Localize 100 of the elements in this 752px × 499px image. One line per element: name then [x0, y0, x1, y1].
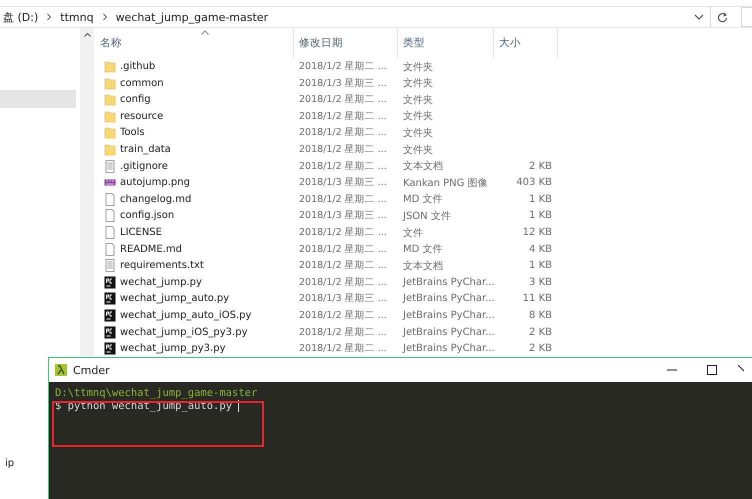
file-size: 8 KB [529, 310, 552, 322]
pycharm-file-icon [104, 309, 116, 322]
file-size: 11 KB [522, 293, 552, 304]
pycharm-file-icon [104, 326, 116, 339]
modified-date: 2018/1/2 星期二 ... [299, 160, 387, 172]
folder-icon [104, 76, 116, 90]
file-name[interactable]: changelog.md [120, 194, 192, 205]
file-size: 2 KB [529, 160, 552, 172]
column-header[interactable]: 修改日期 [294, 28, 398, 58]
file-size: 1 KB [529, 260, 552, 272]
modified-date: 2018/1/2 星期二 ... [299, 310, 387, 322]
file-name[interactable]: autojump.png [120, 177, 190, 188]
file-type: JSON 文件 [403, 210, 451, 222]
file-name[interactable]: Tools [120, 127, 145, 138]
file-name[interactable]: train_data [120, 144, 171, 156]
column-header[interactable]: 名称 [94, 28, 294, 58]
modified-date: 2018/1/2 星期二 ... [299, 244, 387, 255]
scrollbar[interactable] [80, 28, 94, 357]
modified-date: 2018/1/2 星期二 ... [299, 276, 387, 288]
file-size: 2 KB [529, 343, 552, 354]
file-name[interactable]: config.json [120, 210, 174, 222]
folder-icon [104, 93, 116, 106]
file-type: 文件夹 [403, 78, 433, 90]
refresh-icon [716, 12, 728, 23]
file-name[interactable]: requirements.txt [120, 260, 204, 272]
modified-date: 2018/1/2 星期二 ... [299, 110, 387, 122]
breadcrumb-item[interactable]: 盘 (D:) [3, 10, 38, 25]
column-header[interactable]: 类型 [398, 28, 494, 58]
folder-icon [104, 60, 116, 74]
file-name[interactable]: .gitignore [120, 160, 168, 172]
file-name[interactable]: LICENSE [120, 227, 162, 238]
file-icon [104, 192, 116, 206]
modified-date: 2018/1/3 星期三 ... [299, 177, 387, 188]
file-icon [104, 209, 116, 222]
file-type: 文件夹 [403, 128, 433, 139]
file-type: 文本文档 [403, 161, 443, 172]
file-size: 12 KB [522, 227, 552, 238]
address-bar[interactable]: 盘 (D:) ttmnq wechat_jump_game-master [0, 7, 711, 28]
file-type: 文件夹 [403, 94, 433, 106]
file-type: Kankan PNG 图像 [403, 178, 488, 189]
file-type: JetBrains PyChar... [403, 310, 495, 322]
file-size: 3 KB [529, 276, 552, 288]
file-type: 文件夹 [403, 111, 433, 122]
pycharm-file-icon [104, 276, 116, 289]
maximize-icon [707, 365, 717, 375]
modified-date: 2018/1/3 星期三 ... [299, 210, 387, 222]
modified-date: 2018/1/2 星期二 ... [299, 127, 387, 138]
text-file-icon [104, 160, 116, 173]
modified-date: 2018/1/2 星期二 ... [299, 326, 387, 338]
scroll-up-icon [84, 32, 90, 38]
search-field[interactable] [741, 7, 752, 28]
modified-date: 2018/1/2 星期二 ... [299, 144, 387, 156]
file-name[interactable]: wechat_jump_iOS_py3.py [120, 326, 248, 338]
file-type: 文本文档 [403, 260, 443, 272]
file-type: JetBrains PyChar... [403, 293, 495, 304]
sort-caret-icon [201, 30, 209, 36]
modified-date: 2018/1/3 星期三 ... [299, 293, 387, 304]
modified-date: 2018/1/2 星期二 ... [299, 343, 387, 354]
modified-date: 2018/1/2 星期二 ... [299, 61, 387, 72]
file-size: 1 KB [529, 194, 552, 205]
modified-date: 2018/1/3 星期三 ... [299, 78, 387, 89]
file-size: 4 KB [529, 244, 552, 255]
breadcrumb-item[interactable]: wechat_jump_game-master [116, 10, 268, 24]
file-name[interactable]: wechat_jump_auto_iOS.py [120, 310, 252, 322]
file-type: JetBrains PyChar... [403, 276, 495, 288]
working-directory: D:\ttmnq\wechat_jump_game-master [55, 387, 258, 399]
file-name[interactable]: common [120, 78, 164, 89]
modified-date: 2018/1/2 星期二 ... [299, 94, 387, 106]
file-type: MD 文件 [403, 244, 443, 256]
lambda-icon [55, 364, 67, 376]
folder-icon [104, 110, 116, 123]
column-header[interactable]: 大小 [494, 28, 558, 58]
file-name[interactable]: wechat_jump_py3.py [120, 343, 226, 354]
file-size: 1 KB [529, 210, 552, 222]
folder-icon [104, 126, 116, 140]
file-name[interactable]: config [120, 94, 151, 106]
file-size: 2 KB [529, 326, 552, 338]
minimize-icon [667, 369, 677, 371]
window-title: Cmder [73, 364, 111, 376]
file-icon [104, 226, 116, 240]
file-type: MD 文件 [403, 194, 443, 206]
pycharm-file-icon [104, 342, 116, 356]
file-name[interactable]: .github [120, 61, 156, 72]
file-name[interactable]: resource [120, 110, 164, 122]
file-name[interactable]: wechat_jump_auto.py [120, 293, 230, 304]
modified-date: 2018/1/2 星期二 ... [299, 227, 387, 238]
file-type: 文件 [403, 228, 423, 239]
pycharm-file-icon [104, 292, 116, 306]
chevron-icon [46, 13, 52, 22]
chevron-down-icon [694, 14, 704, 20]
chevron-icon [102, 13, 108, 22]
file-icon [104, 242, 116, 256]
file-name[interactable]: README.md [120, 244, 182, 255]
breadcrumb-item[interactable]: ttmnq [60, 10, 94, 24]
file-type: JetBrains PyChar... [403, 343, 495, 354]
file-size: 403 KB [516, 177, 552, 188]
modified-date: 2018/1/2 星期二 ... [299, 260, 387, 272]
modified-date: 2018/1/2 星期二 ... [299, 194, 387, 205]
file-type: JetBrains PyChar... [403, 326, 495, 338]
file-name[interactable]: wechat_jump.py [120, 276, 202, 288]
